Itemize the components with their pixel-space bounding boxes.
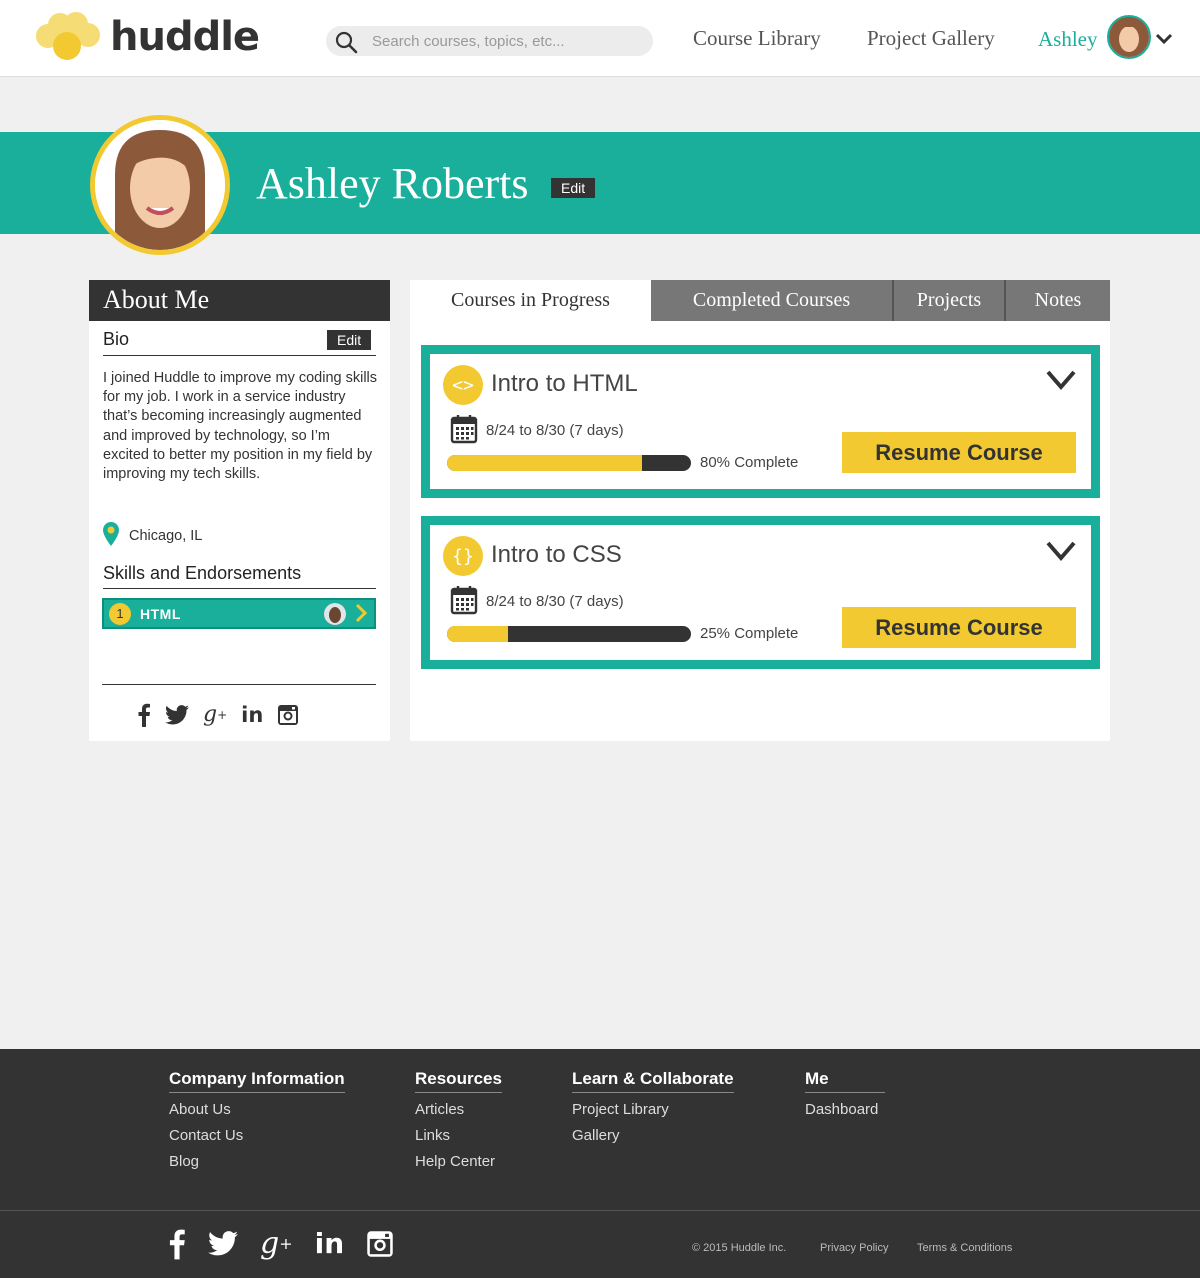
location: Chicago, IL [103, 522, 202, 550]
progress-label: 80% Complete [700, 454, 799, 471]
tab-projects[interactable]: Projects [894, 280, 1006, 321]
footer-column-learn: Learn & Collaborate Project Library Gall… [572, 1069, 734, 1153]
footer-column-company: Company Information About Us Contact Us … [169, 1069, 345, 1179]
terms-link[interactable]: Terms & Conditions [917, 1242, 1012, 1254]
edit-bio-button[interactable]: Edit [327, 330, 372, 350]
endorsement-count: 1 [109, 602, 131, 625]
progress-fill [447, 455, 643, 471]
edit-profile-button[interactable]: Edit [551, 178, 596, 198]
google-plus-icon[interactable]: g + [260, 1226, 293, 1261]
tab-notes[interactable]: Notes [1006, 280, 1110, 321]
instagram-icon[interactable] [277, 704, 299, 726]
location-text: Chicago, IL [129, 528, 203, 544]
course-dates: 8/24 to 8/30 (7 days) [486, 422, 624, 439]
about-me-panel: About Me Bio Edit I joined Huddle to imp… [89, 280, 390, 741]
footer-link-contact-us[interactable]: Contact Us [169, 1127, 345, 1144]
courses-panel: Courses in Progress Completed Courses Pr… [410, 280, 1110, 741]
huddle-logo[interactable]: huddle [34, 12, 260, 62]
code-icon: <> [443, 365, 483, 405]
nav-course-library[interactable]: Course Library [693, 26, 821, 51]
nav-project-gallery[interactable]: Project Gallery [867, 26, 995, 51]
linkedin-icon[interactable]: in [241, 703, 263, 727]
footer-link-help-center[interactable]: Help Center [415, 1153, 502, 1170]
profile-avatar [90, 115, 230, 255]
progress-bar [447, 626, 691, 642]
map-pin-icon [103, 522, 119, 550]
about-me-title: About Me [89, 280, 390, 321]
tab-completed-courses[interactable]: Completed Courses [651, 280, 894, 321]
google-plus-icon[interactable]: g + [203, 702, 227, 727]
chevron-right-icon[interactable] [354, 603, 368, 626]
instagram-icon[interactable] [366, 1230, 394, 1258]
footer-column-title: Resources [415, 1069, 502, 1093]
user-avatar[interactable] [1107, 15, 1151, 59]
footer-link-dashboard[interactable]: Dashboard [805, 1101, 885, 1118]
chevron-down-icon[interactable] [1045, 540, 1077, 567]
progress-bar [447, 455, 691, 471]
brand-name: huddle [110, 14, 260, 60]
search-bar[interactable] [326, 26, 653, 56]
social-links: g + in [137, 702, 299, 727]
bio-text: I joined Huddle to improve my coding ski… [103, 370, 378, 483]
linkedin-icon[interactable]: in [315, 1227, 345, 1260]
user-name[interactable]: Ashley [1038, 27, 1098, 52]
twitter-icon[interactable] [208, 1231, 238, 1256]
footer-link-blog[interactable]: Blog [169, 1153, 345, 1170]
twitter-icon[interactable] [165, 704, 189, 725]
progress-label: 25% Complete [700, 625, 799, 642]
footer-column-title: Learn & Collaborate [572, 1069, 734, 1093]
chevron-down-icon[interactable] [1045, 369, 1077, 396]
course-card-html: <> Intro to HTML 8/24 to 8/30 (7 days) 8… [421, 345, 1100, 498]
braces-icon: {} [443, 536, 483, 576]
footer-link-about-us[interactable]: About Us [169, 1101, 345, 1118]
chevron-down-icon[interactable] [1155, 32, 1173, 51]
skill-label: HTML [140, 605, 181, 622]
calendar-icon [450, 585, 478, 620]
course-dates: 8/24 to 8/30 (7 days) [486, 593, 624, 610]
skill-item-html[interactable]: 1 HTML [102, 598, 376, 629]
footer-column-title: Company Information [169, 1069, 345, 1093]
resume-course-button[interactable]: Resume Course [842, 432, 1076, 473]
footer-column-title: Me [805, 1069, 885, 1093]
copyright: © 2015 Huddle Inc. [692, 1242, 787, 1254]
bio-label: Bio [103, 329, 130, 349]
footer-link-project-library[interactable]: Project Library [572, 1101, 734, 1118]
search-icon[interactable] [334, 30, 358, 59]
search-input[interactable] [372, 29, 642, 53]
footer-social-links: g + in [168, 1226, 394, 1261]
footer-divider [0, 1210, 1200, 1211]
profile-name: Ashley Roberts [256, 159, 529, 208]
divider [102, 684, 376, 685]
top-navigation: huddle Course Library Project Gallery As… [0, 0, 1200, 77]
progress-fill [447, 626, 508, 642]
footer-link-links[interactable]: Links [415, 1127, 502, 1144]
course-card-css: {} Intro to CSS 8/24 to 8/30 (7 days) 25… [421, 516, 1100, 669]
tab-courses-in-progress[interactable]: Courses in Progress [410, 280, 651, 321]
footer-link-gallery[interactable]: Gallery [572, 1127, 734, 1144]
calendar-icon [450, 414, 478, 449]
footer-link-articles[interactable]: Articles [415, 1101, 502, 1118]
endorser-avatar[interactable] [324, 603, 346, 625]
course-title[interactable]: Intro to HTML [491, 370, 638, 398]
facebook-icon[interactable] [137, 703, 151, 727]
course-title[interactable]: Intro to CSS [491, 541, 622, 569]
privacy-policy-link[interactable]: Privacy Policy [820, 1242, 888, 1254]
flower-logo-icon [36, 12, 100, 60]
skills-title: Skills and Endorsements [103, 563, 376, 589]
tab-bar: Courses in Progress Completed Courses Pr… [410, 280, 1110, 321]
footer-column-me: Me Dashboard [805, 1069, 885, 1127]
footer-column-resources: Resources Articles Links Help Center [415, 1069, 502, 1179]
resume-course-button[interactable]: Resume Course [842, 607, 1076, 648]
facebook-icon[interactable] [168, 1228, 186, 1260]
